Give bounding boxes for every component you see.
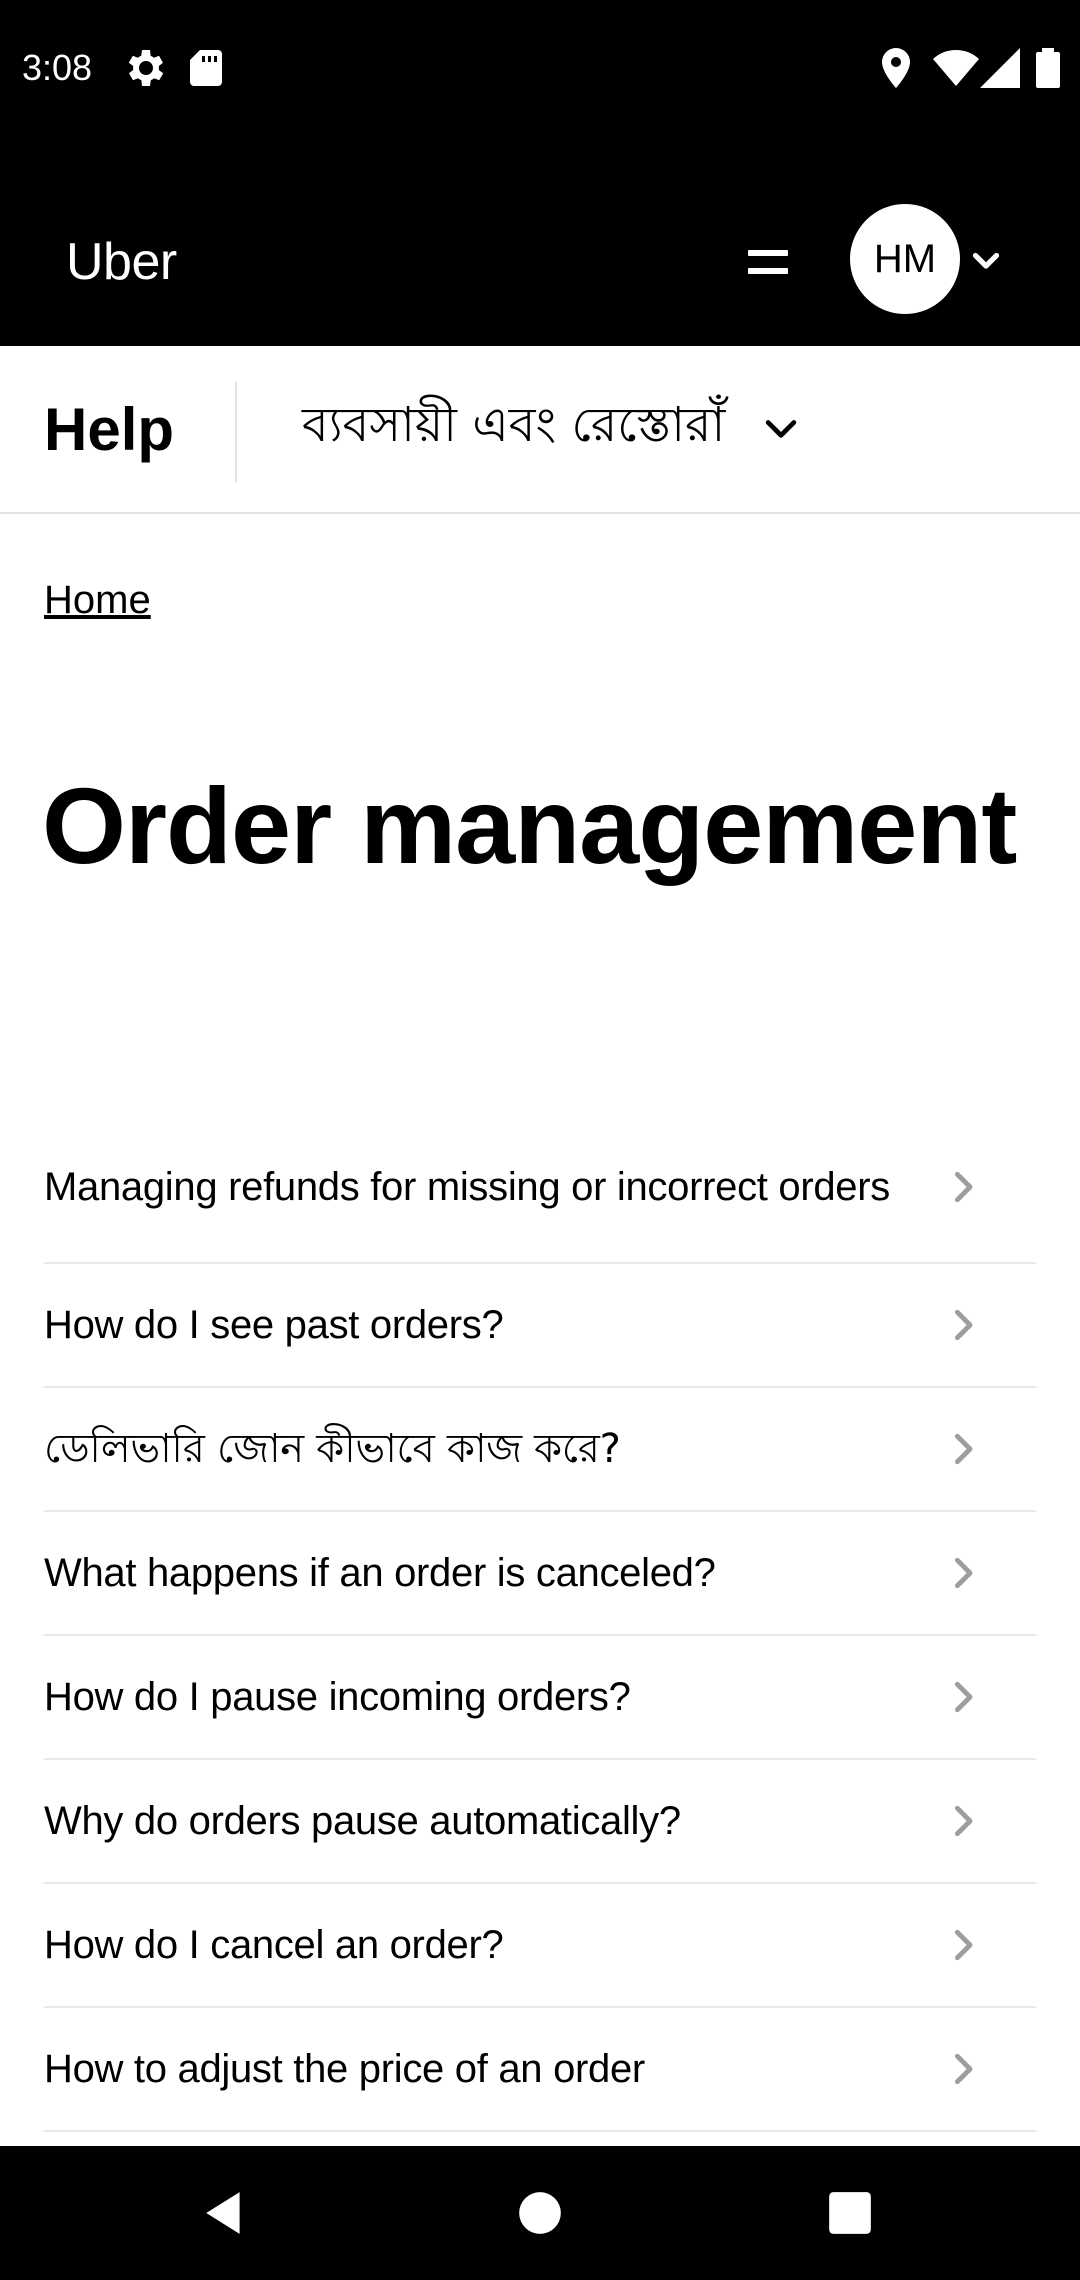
location-icon xyxy=(882,48,910,88)
list-item-label: ডেলিভারি জোন কীভাবে কাজ করে? xyxy=(44,1426,621,1472)
back-triangle-icon[interactable] xyxy=(200,2188,250,2238)
signal-icon xyxy=(980,48,1020,88)
status-time: 3:08 xyxy=(22,47,93,88)
list-item[interactable]: What happens if an order is canceled? xyxy=(44,1512,1036,1636)
uber-logo[interactable]: Uber xyxy=(66,226,177,298)
chevron-right-icon xyxy=(954,2053,973,2085)
chevron-right-icon xyxy=(954,1805,973,1837)
list-item[interactable]: Why do orders pause automatically? xyxy=(44,1760,1036,1884)
hamburger-icon xyxy=(748,250,788,256)
list-item[interactable]: How to adjust the price of an order xyxy=(44,2008,1036,2132)
status-bar: 3:08 xyxy=(0,0,1080,136)
gear-icon xyxy=(128,50,164,86)
chevron-right-icon xyxy=(954,1929,973,1961)
home-circle-icon[interactable] xyxy=(515,2188,565,2238)
list-item-label: How do I see past orders? xyxy=(44,1303,504,1347)
list-item-label: How to adjust the price of an order xyxy=(44,2047,645,2091)
list-item[interactable]: ডেলিভারি জোন কীভাবে কাজ করে? xyxy=(44,1388,1036,1512)
list-item-label: How do I cancel an order? xyxy=(44,1923,504,1967)
avatar[interactable]: HM xyxy=(850,204,960,314)
breadcrumb-home[interactable]: Home xyxy=(44,574,151,626)
battery-icon xyxy=(1036,48,1060,88)
list-item[interactable]: Managing refunds for missing or incorrec… xyxy=(44,1112,1036,1264)
wifi-icon xyxy=(933,50,979,86)
category-dropdown[interactable]: ব্যবসায়ী এবং রেস্তোরাঁ xyxy=(302,394,803,462)
list-item-label: Why do orders pause automatically? xyxy=(44,1799,681,1843)
list-item-label: How do I pause incoming orders? xyxy=(44,1675,631,1719)
list-item[interactable]: How do I cancel an order? xyxy=(44,1884,1036,2008)
list-item[interactable]: How do I see past orders? xyxy=(44,1264,1036,1388)
top-nav: Uber HM xyxy=(0,136,1080,346)
menu-button[interactable] xyxy=(740,236,796,292)
help-header: Help ব্যবসায়ী এবং রেস্তোরাঁ xyxy=(0,346,1080,514)
article-list: Managing refunds for missing or incorrec… xyxy=(44,1112,1036,2132)
hamburger-icon-bar xyxy=(748,268,788,274)
chevron-right-icon xyxy=(954,1433,973,1465)
chevron-right-icon xyxy=(954,1681,973,1713)
sd-card-icon xyxy=(190,50,222,86)
category-label: ব্যবসায়ী এবং রেস্তোরাঁ xyxy=(302,396,726,453)
chevron-down-icon xyxy=(766,420,797,438)
list-item-label: Managing refunds for missing or incorrec… xyxy=(44,1165,890,1209)
recents-square-icon[interactable] xyxy=(825,2188,875,2238)
header-divider xyxy=(235,382,237,482)
chevron-down-icon[interactable] xyxy=(968,242,1004,278)
system-nav-bar xyxy=(0,2146,1080,2280)
page-title: Order management xyxy=(42,765,1017,886)
chevron-right-icon xyxy=(954,1557,973,1589)
chevron-right-icon xyxy=(954,1171,973,1203)
help-title[interactable]: Help xyxy=(44,396,174,464)
list-item[interactable]: How do I pause incoming orders? xyxy=(44,1636,1036,1760)
list-item-label: What happens if an order is canceled? xyxy=(44,1551,716,1595)
chevron-right-icon xyxy=(954,1309,973,1341)
